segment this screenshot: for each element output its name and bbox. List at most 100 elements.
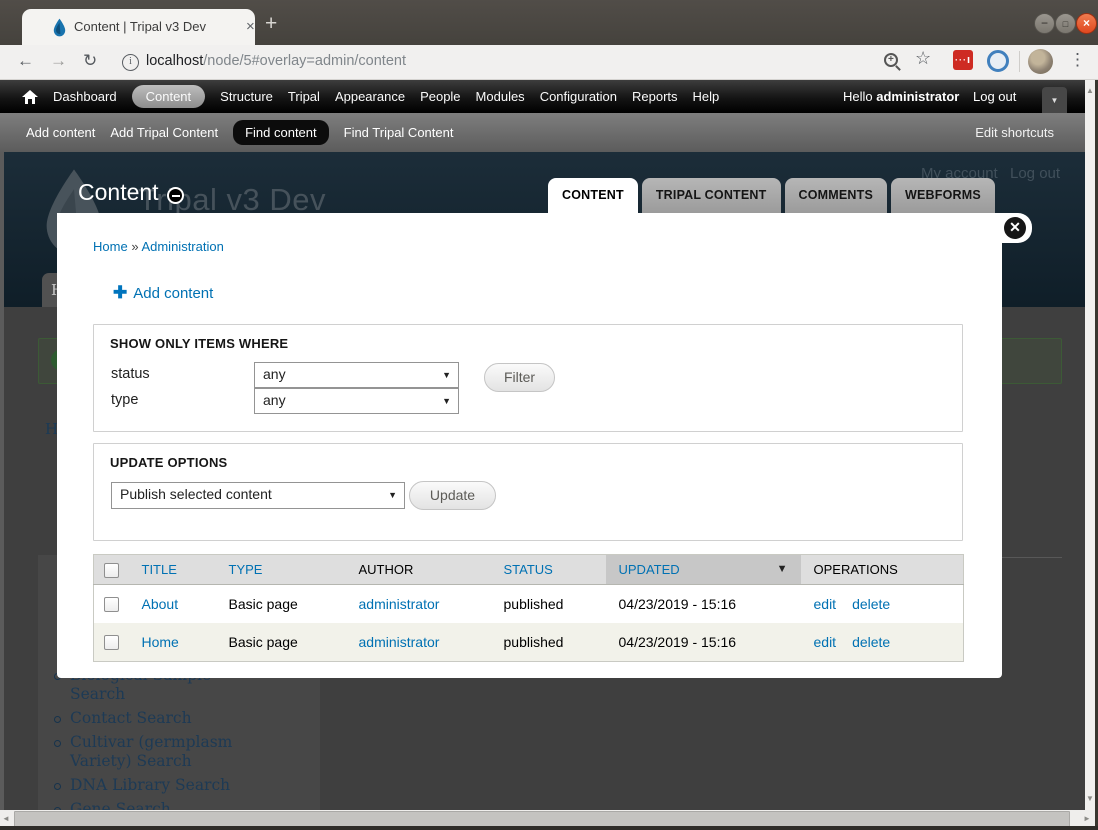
- row-checkbox[interactable]: [104, 635, 119, 650]
- toolbar-logout-link[interactable]: Log out: [973, 89, 1016, 104]
- toolbar-item-people[interactable]: People: [420, 89, 460, 104]
- toolbar-item-reports[interactable]: Reports: [632, 89, 678, 104]
- tab-webforms[interactable]: WEBFORMS: [891, 178, 995, 213]
- tab-comments[interactable]: COMMENTS: [785, 178, 888, 213]
- update-action-select[interactable]: Publish selected content ▼: [111, 482, 405, 509]
- scroll-down-icon[interactable]: ▼: [1085, 794, 1095, 803]
- sort-desc-icon: ▼: [777, 563, 788, 575]
- shortcut-find-content[interactable]: Find content: [233, 120, 329, 145]
- node-author-link[interactable]: administrator: [359, 596, 440, 612]
- toolbar-item-dashboard[interactable]: Dashboard: [53, 89, 117, 104]
- bookmark-star-icon[interactable]: ☆: [915, 48, 931, 69]
- shortcut-find-tripal-content[interactable]: Find Tripal Content: [344, 125, 454, 140]
- home-icon[interactable]: [22, 90, 38, 104]
- browser-tab[interactable]: Content | Tripal v3 Dev ×: [22, 9, 255, 45]
- drupal-favicon: [51, 18, 68, 37]
- reload-icon[interactable]: ↻: [83, 51, 97, 71]
- select-all-checkbox[interactable]: [104, 563, 119, 578]
- breadcrumb: Home » Administration: [93, 239, 224, 254]
- url-field[interactable]: localhost/node/5#overlay=admin/content: [146, 53, 406, 69]
- greeting-text: Hello administrator: [843, 89, 959, 104]
- edit-link[interactable]: edit: [814, 596, 837, 612]
- scroll-right-icon[interactable]: ►: [1082, 814, 1092, 823]
- breadcrumb-home-link[interactable]: Home: [93, 239, 128, 254]
- type-select[interactable]: any ▼: [254, 388, 459, 414]
- sidebar-item-contact-search[interactable]: Contact Search: [70, 709, 262, 728]
- window-minimize-button[interactable]: −: [1034, 13, 1055, 34]
- sort-title-link[interactable]: TITLE: [142, 562, 177, 577]
- page-info-icon[interactable]: i: [122, 54, 139, 71]
- node-status: published: [491, 623, 606, 662]
- tab-content[interactable]: CONTENT: [548, 178, 638, 213]
- toolbar-item-modules[interactable]: Modules: [476, 89, 525, 104]
- select-arrow-icon: ▼: [442, 389, 451, 413]
- filter-button[interactable]: Filter: [484, 363, 555, 392]
- url-host: localhost: [146, 53, 203, 69]
- sort-type-link[interactable]: TYPE: [229, 562, 263, 577]
- node-type: Basic page: [216, 623, 346, 662]
- shortcut-add-tripal-content[interactable]: Add Tripal Content: [110, 125, 218, 140]
- toolbar-item-configuration[interactable]: Configuration: [540, 89, 617, 104]
- delete-link[interactable]: delete: [852, 596, 890, 612]
- update-button[interactable]: Update: [409, 481, 496, 510]
- update-legend: UPDATE OPTIONS: [110, 455, 227, 470]
- tab-tripal-content[interactable]: TRIPAL CONTENT: [642, 178, 781, 213]
- overlay-close-button[interactable]: ✕: [994, 213, 1032, 243]
- forward-icon[interactable]: →: [50, 51, 67, 71]
- edit-shortcuts-link[interactable]: Edit shortcuts: [975, 125, 1054, 140]
- background-logout-link[interactable]: Log out: [1010, 165, 1060, 182]
- sidebar-item-gene-search[interactable]: Gene Search: [70, 800, 262, 810]
- node-title-link[interactable]: About: [142, 596, 179, 612]
- edit-link[interactable]: edit: [814, 634, 837, 650]
- content-table: TITLE TYPE AUTHOR STATUS UPDATED ▼ OPERA…: [93, 554, 964, 662]
- row-checkbox[interactable]: [104, 597, 119, 612]
- tab-title: Content | Tripal v3 Dev: [74, 19, 206, 34]
- overlay-collapse-icon[interactable]: [167, 187, 184, 204]
- toolbar-item-content[interactable]: Content: [132, 85, 206, 108]
- address-bar: ← → ↻ i localhost/node/5#overlay=admin/c…: [0, 45, 1098, 80]
- window-maximize-button[interactable]: □: [1055, 13, 1076, 34]
- window-titlebar: Content | Tripal v3 Dev × + − □ ×: [0, 0, 1098, 45]
- username: administrator: [876, 89, 959, 104]
- extension-blue-icon[interactable]: [987, 50, 1009, 72]
- sort-status-link[interactable]: STATUS: [504, 562, 553, 577]
- breadcrumb-administration-link[interactable]: Administration: [141, 239, 223, 254]
- close-icon: ✕: [1004, 217, 1026, 239]
- back-icon[interactable]: ←: [17, 51, 34, 71]
- add-content-action[interactable]: ✚ Add content: [113, 283, 213, 303]
- horizontal-scrollbar[interactable]: ◄ ►: [0, 810, 1095, 826]
- browser-menu-icon[interactable]: ⋮: [1069, 50, 1086, 70]
- sidebar-item-cultivar-search[interactable]: Cultivar (germplasm Variety) Search: [70, 733, 262, 771]
- profile-avatar[interactable]: [1028, 49, 1053, 74]
- url-path: /node/5#overlay=admin/content: [203, 53, 406, 69]
- scroll-up-icon[interactable]: ▲: [1085, 86, 1095, 95]
- tab-close-icon[interactable]: ×: [246, 18, 255, 35]
- node-title-link[interactable]: Home: [142, 634, 179, 650]
- update-fieldset: UPDATE OPTIONS Publish selected content …: [93, 443, 963, 541]
- toolbar-toggle-button[interactable]: ▼: [1042, 87, 1067, 116]
- scroll-left-icon[interactable]: ◄: [1, 814, 11, 823]
- window-close-button[interactable]: ×: [1076, 13, 1097, 34]
- zoom-icon[interactable]: +: [884, 53, 898, 67]
- vertical-scrollbar[interactable]: ▲ ▼: [1085, 80, 1095, 810]
- delete-link[interactable]: delete: [852, 634, 890, 650]
- node-type: Basic page: [216, 585, 346, 624]
- toolbar-item-structure[interactable]: Structure: [220, 89, 273, 104]
- shortcut-add-content[interactable]: Add content: [26, 125, 95, 140]
- overlay-panel: Home » Administration ✚Add content SHOW …: [57, 213, 1002, 678]
- sidebar-item-dna-library-search[interactable]: DNA Library Search: [70, 776, 262, 795]
- sort-updated-link[interactable]: UPDATED: [619, 562, 680, 577]
- node-author-link[interactable]: administrator: [359, 634, 440, 650]
- toolbar-item-appearance[interactable]: Appearance: [335, 89, 405, 104]
- plus-icon: ✚: [113, 283, 127, 302]
- status-select[interactable]: any ▼: [254, 362, 459, 388]
- node-status: published: [491, 585, 606, 624]
- chevron-down-icon: ▼: [1051, 96, 1059, 105]
- extension-red-icon[interactable]: ···ı: [953, 50, 973, 70]
- horizontal-scroll-thumb[interactable]: [14, 811, 1070, 827]
- toolbar-item-help[interactable]: Help: [693, 89, 720, 104]
- new-tab-button[interactable]: +: [265, 12, 277, 36]
- add-content-link[interactable]: Add content: [133, 285, 213, 302]
- browser-window: Content | Tripal v3 Dev × + − □ × ← → ↻ …: [0, 0, 1098, 830]
- toolbar-item-tripal[interactable]: Tripal: [288, 89, 320, 104]
